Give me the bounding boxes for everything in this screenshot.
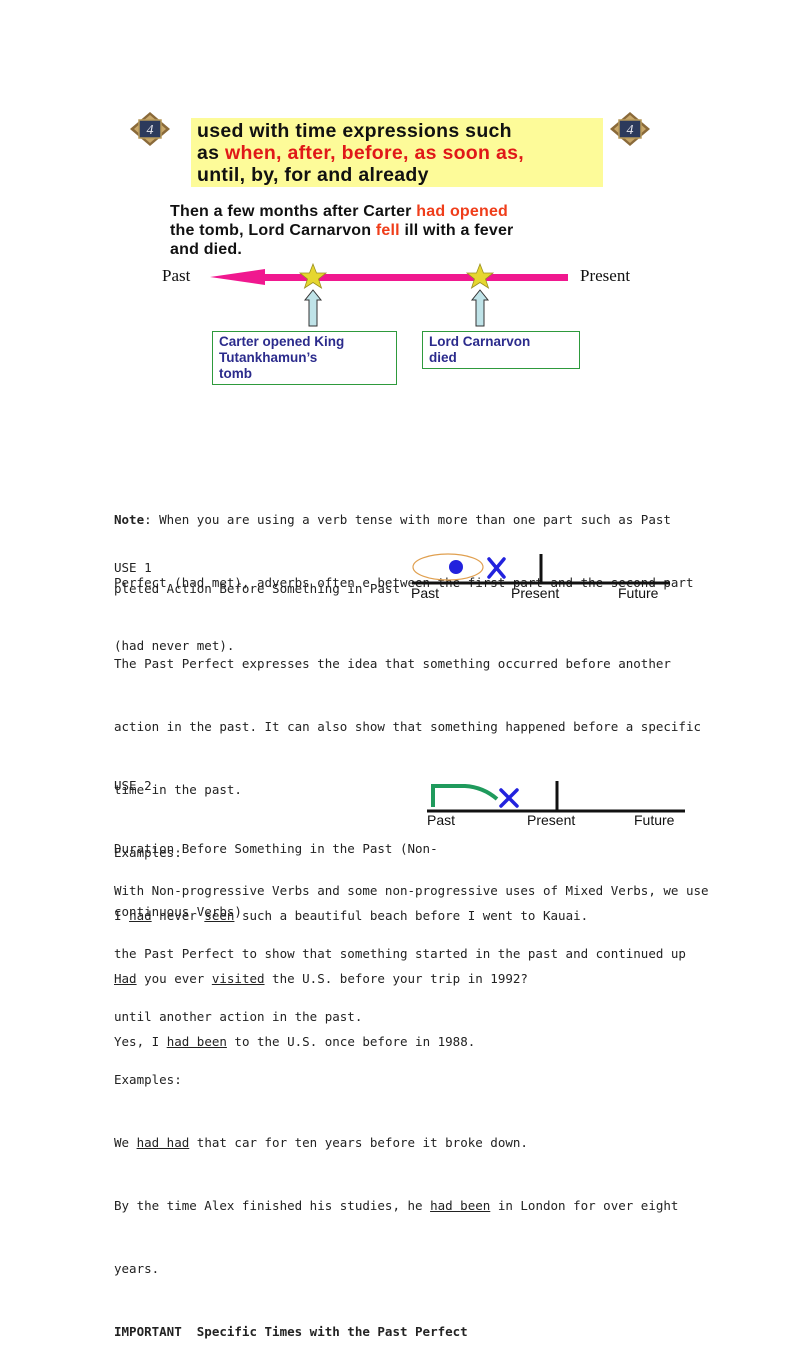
use1-title: pleted Action Before Something in Past <box>114 581 400 596</box>
sentence-text: and died. <box>170 241 243 258</box>
rule-line-2: as when, after, before, as soon as, <box>191 142 603 164</box>
sentence-text: ill with a fever <box>399 222 514 239</box>
description-line: action in the past. It can also show tha… <box>114 719 701 734</box>
star-icon <box>465 262 495 289</box>
example-sentence: years. <box>114 1258 709 1279</box>
example-sentence: By the time Alex finished his studies, h… <box>114 1195 709 1216</box>
event-label-line: Carter opened King <box>219 334 345 349</box>
timeline-arrow <box>210 262 568 327</box>
event-label-line: died <box>429 350 457 365</box>
example-text: By the time Alex finished his studies, h… <box>114 1198 431 1213</box>
examples-label: Examples: <box>114 1072 182 1087</box>
example-verb: had had <box>136 1135 190 1150</box>
example-sentence: Then a few months after Carter had opene… <box>170 202 670 259</box>
number-badge-left: 4 <box>130 112 170 146</box>
example-text: that car for ten years before it broke d… <box>189 1135 528 1150</box>
event-label-line: tomb <box>219 366 252 381</box>
time-expressions-2: until, by, for and already <box>197 164 429 186</box>
description-line: With Non-progressive Verbs and some non-… <box>114 883 709 898</box>
badge-number: 4 <box>627 123 634 138</box>
time-expressions-1: when, after, before, as soon as, <box>225 142 524 164</box>
use2-heading: USE 2 <box>114 778 152 793</box>
x-mark-icon <box>487 557 506 579</box>
event-label-line: Lord Carnarvon <box>429 334 531 349</box>
x-mark-icon <box>499 788 519 808</box>
duration-ellipse <box>412 553 484 581</box>
use2-label-present: Present <box>527 812 576 828</box>
sentence-text: the tomb, Lord Carnarvon <box>170 222 376 239</box>
use2-timeline-diagram <box>427 781 685 813</box>
event-box-carnarvon-died: Lord Carnarvon died <box>422 331 580 369</box>
example-sentence: We had had that car for ten years before… <box>114 1132 709 1153</box>
timeline-present-label: Present <box>580 266 631 285</box>
use1-heading: USE 1 <box>114 560 152 575</box>
event-label-line: Tutankhamun’s <box>219 350 318 365</box>
note-label: Note <box>114 512 145 527</box>
pink-arrow <box>210 269 568 285</box>
example-text: We <box>114 1135 137 1150</box>
note-text: : When you are using a verb tense with m… <box>144 512 671 527</box>
verb-fell: fell <box>375 222 400 239</box>
event-dot <box>449 560 463 574</box>
description-line: the Past Perfect to show that something … <box>114 946 686 961</box>
use2-description: With Non-progressive Verbs and some non-… <box>114 838 709 1363</box>
example-verb: had been <box>430 1198 491 1213</box>
use1-label-past: Past <box>411 585 440 601</box>
example-text: years. <box>114 1261 160 1276</box>
verb-had-opened: had opened <box>416 203 509 220</box>
duration-curve <box>431 784 499 807</box>
use1-label-future: Future <box>618 585 659 601</box>
description-line: until another action in the past. <box>114 1009 363 1024</box>
rule-line-1: used with time expressions such <box>197 120 512 142</box>
use2-label-past: Past <box>427 812 456 828</box>
rule-highlight-box: used with time expressions such as when,… <box>191 118 603 187</box>
up-arrow-icon <box>303 289 323 327</box>
event-box-tomb-opened: Carter opened King Tutankhamun’s tomb <box>212 331 397 385</box>
example-text: in London for over eight <box>490 1198 679 1213</box>
number-badge-right: 4 <box>610 112 650 146</box>
use2-label-future: Future <box>634 812 675 828</box>
badge-number: 4 <box>147 123 154 138</box>
rule-line-2-prefix: as <box>197 142 226 164</box>
use1-label-present: Present <box>511 585 560 601</box>
up-arrow-icon <box>470 289 490 327</box>
description-line: The Past Perfect expresses the idea that… <box>114 656 671 671</box>
important-heading: IMPORTANT Specific Times with the Past P… <box>114 1324 468 1339</box>
timeline-past-label: Past <box>162 266 191 285</box>
star-icon <box>298 262 328 289</box>
sentence-text: Then a few months after Carter <box>170 203 417 220</box>
